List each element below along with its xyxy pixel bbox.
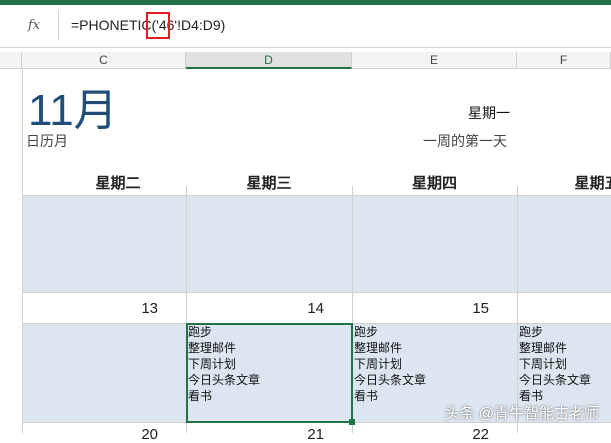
grid-line <box>22 195 611 196</box>
task: 跑步 <box>354 325 379 339</box>
selected-cell[interactable] <box>186 323 353 423</box>
col-header-c[interactable]: C <box>22 52 186 69</box>
fill-handle[interactable] <box>349 419 355 425</box>
grid-line <box>22 292 611 293</box>
date-cell[interactable]: 14 <box>186 300 324 317</box>
date-cell[interactable]: 15 <box>352 300 489 317</box>
date-cell[interactable]: 22 <box>352 426 489 443</box>
start-day-label: 一周的第一天 <box>423 133 507 149</box>
weekday-header: 星期三 <box>246 175 292 192</box>
subtitle: 日历月 <box>26 133 68 149</box>
grid-line <box>517 186 518 433</box>
date-cell[interactable]: 20 <box>22 426 158 443</box>
col-header-d[interactable]: D <box>186 52 352 69</box>
task-list[interactable]: 跑步整理邮件下周计划今日头条文章 看书 <box>354 324 426 404</box>
task: 今日头条文章 <box>354 373 427 387</box>
task: 整理邮件 <box>519 341 568 355</box>
task: 看书 <box>354 389 379 403</box>
date-cell[interactable]: 13 <box>22 300 158 317</box>
task-list[interactable]: 跑步 整理邮件 下周计划 今日头条文章 看书 <box>519 324 591 404</box>
date-cell[interactable]: 21 <box>186 426 324 443</box>
month-title: 11月 <box>28 86 118 135</box>
corner[interactable] <box>0 52 22 69</box>
grid-line <box>22 69 23 433</box>
fx-icon[interactable]: fx <box>28 18 40 33</box>
formula-input[interactable]: =PHONETIC('46'!D4:D9) <box>58 10 611 40</box>
task: 今日头条文章 <box>519 373 592 387</box>
shaded-row <box>22 196 611 292</box>
start-day[interactable]: 星期一 <box>468 103 510 123</box>
task: 下周计划 <box>354 357 403 371</box>
task: 下周计划 <box>519 357 568 371</box>
watermark: 头条 @青牛智能古老师 <box>444 405 599 422</box>
task: 整理邮件 <box>354 341 403 355</box>
col-header-f[interactable]: F <box>517 52 611 69</box>
highlight-box <box>146 12 170 39</box>
col-header-e[interactable]: E <box>352 52 517 69</box>
weekday-header: 星期五 <box>574 175 611 192</box>
weekday-header: 星期四 <box>411 175 457 192</box>
task: 跑步 <box>519 325 544 339</box>
